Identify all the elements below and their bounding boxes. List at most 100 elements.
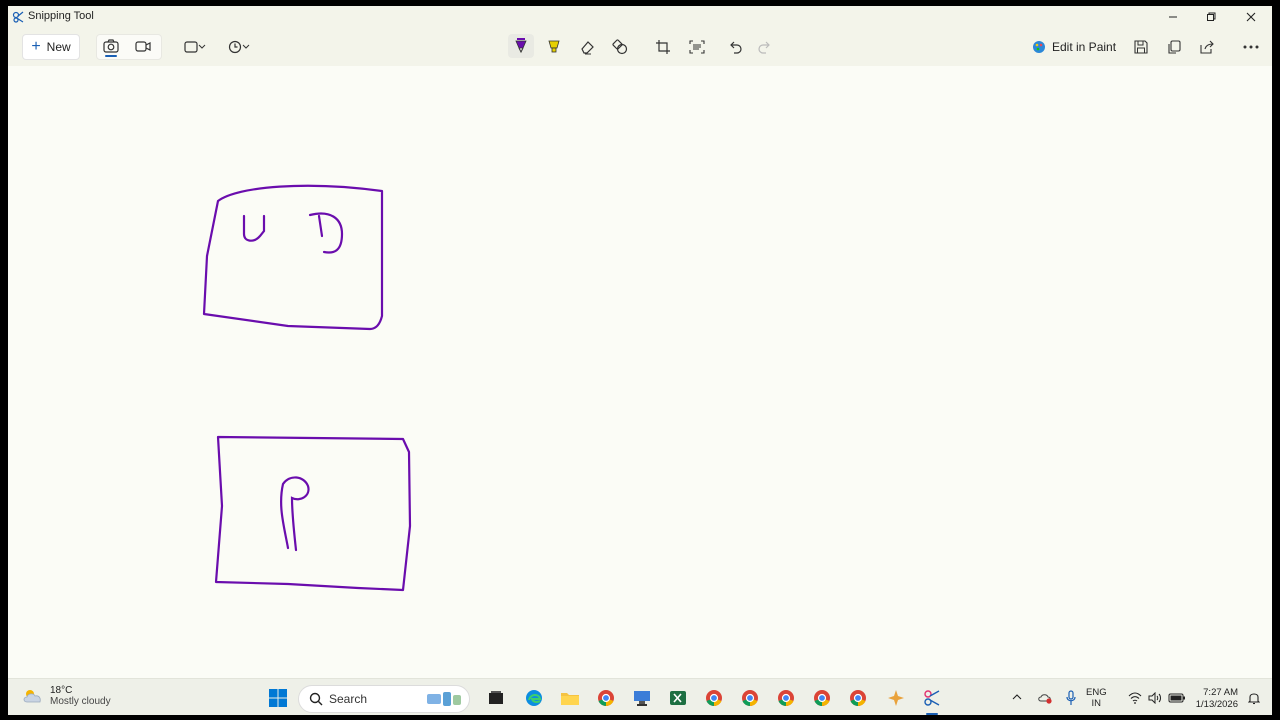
sparkle-app-icon [888, 690, 904, 706]
clock-date: 1/13/2026 [1195, 699, 1238, 710]
language-region: IN [1091, 698, 1102, 709]
microphone-icon[interactable] [1066, 690, 1076, 706]
system-tray: ENG IN 7:27 AM 1/13/2026 [1004, 685, 1264, 711]
taskbar-app-file-explorer[interactable] [558, 687, 582, 709]
minimize-icon [1169, 16, 1177, 18]
taskbar-app-snipping-tool[interactable] [920, 687, 944, 715]
rectangle-snip-icon [184, 41, 198, 53]
redo-button[interactable] [752, 36, 778, 58]
eraser-icon [581, 41, 594, 55]
share-icon [1200, 40, 1214, 54]
start-button[interactable] [266, 687, 290, 709]
taskbar-app-excel[interactable] [666, 687, 690, 709]
chrome-icon [778, 690, 794, 707]
chrome-icon [742, 690, 758, 707]
taskbar-app-task-view[interactable] [484, 687, 508, 709]
clock[interactable]: 7:27 AM 1/13/2026 [1182, 687, 1238, 711]
copy-icon [1168, 40, 1181, 54]
search-placeholder: Search [329, 692, 368, 706]
cloudy-weather-icon [23, 690, 41, 703]
shapes-icon [612, 39, 628, 55]
active-app-indicator [926, 713, 938, 715]
snipping-tool-icon [12, 11, 24, 23]
highlighter-icon [548, 40, 560, 53]
copy-button[interactable] [1161, 36, 1187, 58]
snipping-tool-icon [924, 690, 940, 706]
volume-icon[interactable] [1148, 692, 1162, 704]
shapes-button[interactable] [607, 36, 633, 58]
eraser-button[interactable] [574, 36, 600, 58]
undo-icon [730, 41, 742, 54]
taskbar-app-chrome-6[interactable] [846, 687, 870, 709]
ink-letter-u [242, 214, 266, 242]
remote-desktop-icon [634, 691, 650, 706]
close-icon [1246, 12, 1256, 22]
record-mode-button[interactable] [130, 35, 156, 57]
close-button[interactable] [1232, 6, 1270, 28]
ink-letter-p [280, 476, 310, 552]
task-view-icon [489, 691, 503, 704]
snip-shape-dropdown[interactable] [178, 36, 212, 58]
new-button-label: New [46, 40, 71, 54]
taskbar-app-chrome-2[interactable] [702, 687, 726, 709]
crop-button[interactable] [650, 36, 676, 58]
save-button[interactable] [1128, 36, 1154, 58]
restore-button[interactable] [1192, 6, 1230, 28]
active-mode-indicator [105, 55, 117, 57]
delay-dropdown[interactable] [222, 36, 256, 58]
weather-widget[interactable]: 18°C Mostly cloudy [22, 685, 111, 707]
text-actions-icon [689, 40, 705, 54]
share-button[interactable] [1194, 36, 1220, 58]
windows-logo-icon [269, 689, 287, 707]
notification-bell-icon[interactable] [1248, 691, 1260, 705]
save-icon [1134, 40, 1148, 54]
snip-canvas[interactable] [8, 66, 1272, 678]
taskbar-app-remote-desktop[interactable] [630, 687, 654, 709]
window-title: Snipping Tool [28, 10, 94, 22]
redo-icon [758, 41, 770, 54]
ballpoint-pen-button[interactable] [508, 34, 534, 58]
frame-edge [1272, 0, 1280, 720]
taskbar-app-chrome-5[interactable] [810, 687, 834, 709]
search-icon [309, 692, 323, 706]
edit-in-paint-button[interactable]: Edit in Paint [1032, 36, 1116, 58]
chrome-icon [814, 690, 830, 707]
folder-icon [561, 693, 579, 705]
wifi-icon[interactable] [1128, 692, 1142, 704]
toolbar: + New Edit in Paint [8, 28, 1272, 66]
taskbar-app-chrome-3[interactable] [738, 687, 762, 709]
taskbar-app-edge[interactable] [522, 687, 546, 709]
undo-button[interactable] [722, 36, 748, 58]
crop-icon [656, 40, 670, 54]
onedrive-status-icon[interactable] [1038, 692, 1052, 704]
chevron-up-icon[interactable] [1012, 694, 1022, 700]
ink-box-top [202, 184, 384, 331]
weather-description: Mostly cloudy [50, 696, 111, 707]
edge-browser-icon [526, 690, 542, 706]
text-actions-button[interactable] [684, 36, 710, 58]
more-options-button[interactable] [1238, 36, 1264, 58]
weather-temperature: 18°C [50, 685, 73, 696]
edit-in-paint-label: Edit in Paint [1052, 40, 1117, 54]
snip-mode-button[interactable] [98, 35, 124, 57]
ink-box-bottom [214, 435, 412, 592]
taskbar: 18°C Mostly cloudy Search ENG IN 7:27 AM… [8, 678, 1272, 715]
language-indicator[interactable]: ENG IN [1086, 687, 1107, 709]
taskbar-app-chrome-1[interactable] [594, 687, 618, 709]
video-icon [135, 41, 151, 52]
taskbar-app-gemini[interactable] [884, 687, 908, 709]
language-code: ENG [1086, 687, 1107, 698]
frame-edge [0, 0, 8, 720]
taskbar-app-chrome-4[interactable] [774, 687, 798, 709]
minimize-button[interactable] [1154, 6, 1192, 28]
chevron-down-icon [198, 44, 206, 49]
search-highlight-icon [427, 692, 461, 706]
excel-icon [670, 691, 686, 705]
highlighter-button[interactable] [541, 36, 567, 58]
ink-drawing [202, 184, 412, 592]
new-button[interactable]: + New [22, 34, 80, 60]
chevron-down-icon [242, 44, 250, 49]
taskbar-search[interactable]: Search [298, 685, 470, 713]
chrome-icon [598, 690, 614, 707]
clock-time: 7:27 AM [1203, 687, 1238, 698]
